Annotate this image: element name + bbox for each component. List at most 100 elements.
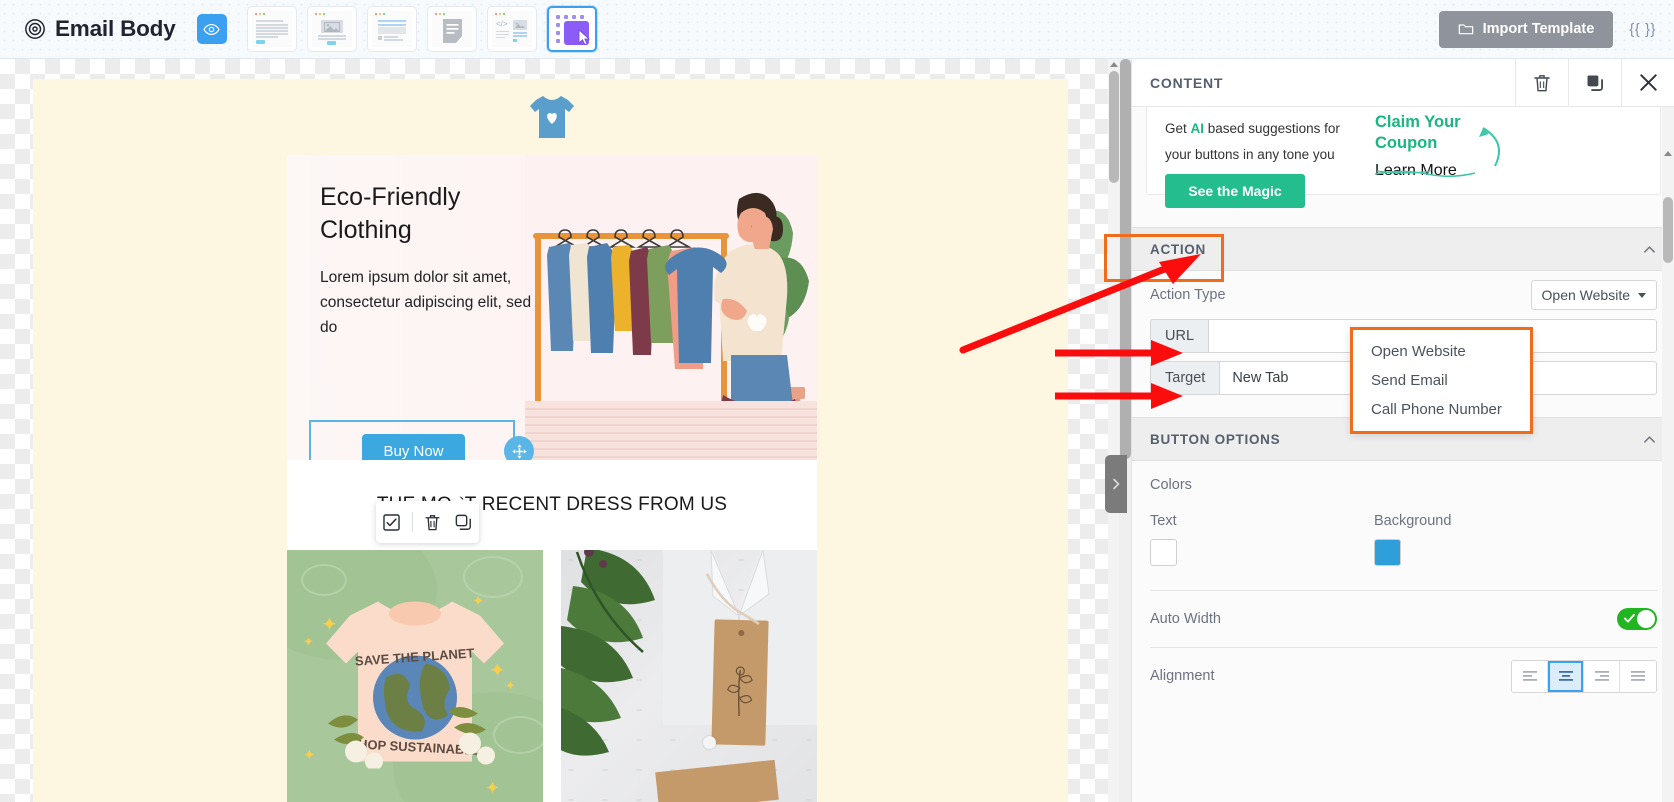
sparkle-icon: ✦ — [303, 747, 316, 764]
svg-text:</>: </> — [496, 20, 508, 29]
see-the-magic-button[interactable]: See the Magic — [1165, 174, 1305, 208]
button-block-selection[interactable]: Buy Now — [309, 420, 534, 460]
scroll-up-arrow-icon[interactable] — [1110, 62, 1118, 67]
import-template-button[interactable]: Import Template — [1438, 10, 1614, 48]
check-icon — [1624, 613, 1635, 623]
action-type-label: Action Type — [1150, 287, 1226, 303]
panel-scroll-up-arrow-icon[interactable] — [1664, 151, 1672, 156]
gallery-gap — [543, 550, 561, 802]
align-right-icon — [1594, 671, 1609, 681]
merge-tag-button[interactable]: {{ }} — [1629, 21, 1656, 38]
gallery-row: SAVE THE PLANET SHOP SUSTAINABLE ✦ ✦ ✦ ✦… — [287, 550, 817, 802]
email-body-column: Eco-Friendly Clothing Lorem ipsum dolor … — [287, 79, 817, 802]
alignment-label: Alignment — [1150, 668, 1215, 684]
canvas-scroll-thumb[interactable] — [1109, 71, 1119, 183]
chevron-up-icon[interactable] — [1642, 242, 1657, 257]
colors-label: Colors — [1150, 477, 1192, 493]
gallery-image-tshirt[interactable]: SAVE THE PLANET SHOP SUSTAINABLE ✦ ✦ ✦ ✦… — [287, 550, 543, 802]
color-swatches: Text Background — [1150, 513, 1657, 566]
align-right-button[interactable] — [1584, 660, 1620, 692]
picture-icon — [323, 22, 340, 32]
delete-block-button[interactable] — [422, 511, 444, 533]
duplicate-block-icon — [455, 514, 471, 530]
align-justify-icon — [1631, 671, 1645, 681]
hero-illustration — [525, 155, 817, 460]
tag-string — [705, 573, 760, 626]
align-left-button[interactable] — [1512, 660, 1548, 692]
layout-tab-blocks[interactable] — [546, 6, 597, 52]
action-section-title: ACTION — [1150, 241, 1206, 257]
align-center-icon — [1558, 671, 1573, 681]
learn-more-underline — [1374, 170, 1476, 177]
hero-heading: Eco-Friendly Clothing — [320, 183, 461, 244]
layout-tab-html[interactable]: </> — [486, 6, 537, 52]
button-options-body: Colors Text Background Auto Width Alignm… — [1132, 461, 1674, 704]
preview-button[interactable] — [196, 14, 227, 44]
panel-close-button[interactable] — [1621, 59, 1674, 107]
panel-scrollbar[interactable] — [1662, 107, 1674, 802]
dropdown-option-call-phone[interactable]: Call Phone Number — [1353, 395, 1530, 424]
sparkle-icon: ✦ — [485, 778, 501, 798]
leaves-graphic — [561, 550, 655, 756]
text-color-swatch[interactable] — [1150, 539, 1177, 566]
panel-header-actions — [1515, 59, 1674, 107]
delete-block-icon — [425, 514, 440, 530]
panel-duplicate-button[interactable] — [1568, 59, 1621, 107]
align-justify-button[interactable] — [1620, 660, 1656, 692]
panel-delete-button[interactable] — [1515, 59, 1568, 107]
action-type-select[interactable]: Open Website — [1530, 280, 1657, 310]
duplicate-block-button[interactable] — [453, 511, 475, 533]
align-center-button[interactable] — [1548, 660, 1584, 692]
code-brackets-icon: </> — [496, 20, 508, 29]
email-template-background: Eco-Friendly Clothing Lorem ipsum dolor … — [33, 79, 1068, 802]
panel-gutter-thumb[interactable] — [1120, 59, 1131, 459]
url-label: URL — [1150, 319, 1209, 353]
promo-text-before: Get — [1165, 121, 1191, 136]
email-canvas: Eco-Friendly Clothing Lorem ipsum dolor … — [0, 59, 1120, 802]
duplicate-icon — [1587, 75, 1603, 91]
topbar-right-actions: Import Template {{ }} — [1438, 10, 1656, 48]
auto-width-row: Auto Width — [1150, 591, 1657, 647]
small-picture-icon — [514, 22, 525, 28]
eye-icon — [203, 23, 220, 35]
panel-collapse-handle[interactable] — [1105, 455, 1127, 513]
sparkle-icon: ✦ — [472, 593, 485, 610]
select-block-icon — [383, 513, 400, 531]
text-color-label: Text — [1150, 513, 1177, 529]
auto-width-toggle[interactable] — [1617, 608, 1657, 630]
drag-move-handle[interactable] — [504, 436, 534, 460]
background-color-group: Background — [1374, 513, 1598, 566]
button-options-section: BUTTON OPTIONS Colors Text Background Au… — [1132, 417, 1674, 704]
email-logo-area — [287, 79, 817, 155]
dropdown-option-send-email[interactable]: Send Email — [1353, 366, 1530, 395]
target-label: Target — [1150, 361, 1220, 395]
background-color-label: Background — [1374, 513, 1452, 529]
delete-icon — [1534, 74, 1550, 91]
sparkle-icon: ✦ — [489, 660, 506, 682]
gallery-image-flatlay[interactable] — [561, 550, 817, 802]
promo-ai-highlight: AI — [1190, 121, 1205, 136]
select-block-button[interactable] — [381, 511, 403, 533]
panel-scroll-thumb[interactable] — [1663, 197, 1673, 263]
dropdown-option-open-website[interactable]: Open Website — [1353, 337, 1530, 366]
action-type-dropdown-menu: Open Website Send Email Call Phone Numbe… — [1350, 327, 1533, 434]
block-context-toolbar — [376, 494, 479, 543]
import-template-label: Import Template — [1482, 21, 1595, 37]
background-color-swatch[interactable] — [1374, 539, 1401, 566]
hero-text-block: Eco-Friendly Clothing Lorem ipsum dolor … — [320, 181, 538, 340]
panel-header: CONTENT — [1132, 59, 1674, 107]
chevron-right-icon — [1113, 478, 1120, 490]
close-icon — [1639, 74, 1657, 91]
folder-icon — [1458, 24, 1473, 35]
buy-now-button[interactable]: Buy Now — [362, 434, 465, 460]
layout-tab-mixed[interactable] — [366, 6, 417, 52]
layout-tab-image[interactable] — [306, 6, 357, 52]
action-section-header[interactable]: ACTION — [1132, 227, 1674, 271]
ai-promo-card: Get AI based suggestions for your button… — [1146, 107, 1661, 208]
button-options-title: BUTTON OPTIONS — [1150, 431, 1281, 447]
alignment-row: Alignment — [1150, 648, 1657, 704]
layout-tab-text[interactable] — [246, 6, 297, 52]
chevron-down-icon — [1638, 292, 1646, 298]
layout-tab-document[interactable] — [426, 6, 477, 52]
chevron-up-icon[interactable] — [1642, 432, 1657, 447]
